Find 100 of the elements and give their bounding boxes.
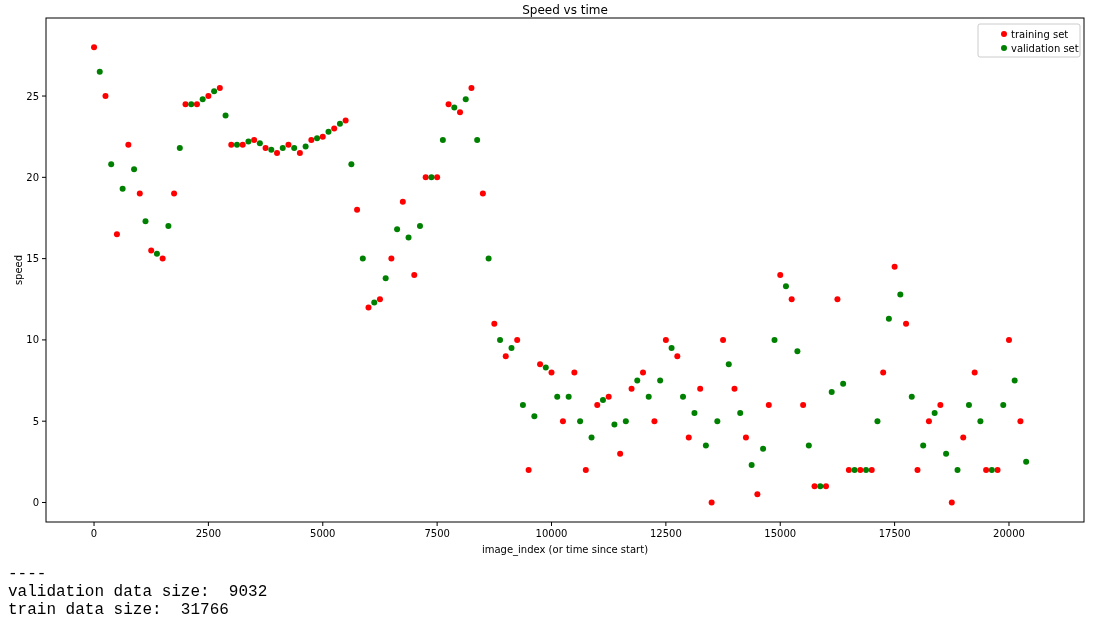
data-point: [965, 401, 972, 408]
data-point: [840, 380, 847, 387]
legend-marker: [1001, 31, 1007, 37]
data-point: [491, 320, 498, 327]
legend-marker: [1001, 45, 1007, 51]
data-point: [834, 296, 841, 303]
y-tick-label: 0: [32, 497, 39, 508]
data-point: [1023, 458, 1030, 465]
data-point: [462, 96, 469, 103]
data-point: [559, 418, 566, 425]
x-tick-label: 5000: [310, 528, 336, 539]
data-point: [91, 44, 98, 51]
data-point: [399, 198, 406, 205]
data-point: [731, 385, 738, 392]
data-point: [685, 434, 692, 441]
data-point: [725, 361, 732, 368]
data-point: [937, 401, 944, 408]
data-point: [771, 336, 778, 343]
data-point: [748, 462, 755, 469]
data-point: [617, 450, 624, 457]
data-point: [920, 442, 927, 449]
data-point: [417, 223, 423, 230]
data-point: [171, 190, 178, 197]
x-tick-label: 20000: [993, 528, 1025, 539]
data-point: [577, 418, 584, 425]
data-point: [165, 223, 172, 230]
data-point: [702, 442, 709, 449]
x-tick-label: 0: [90, 528, 98, 539]
data-point: [394, 226, 401, 233]
data-point: [720, 336, 727, 343]
data-point: [1011, 377, 1018, 384]
data-point: [662, 336, 669, 343]
data-point: [411, 271, 418, 278]
data-point: [908, 393, 915, 400]
data-point: [222, 112, 229, 119]
data-point: [405, 234, 412, 241]
data-point: [582, 466, 589, 473]
data-point: [885, 315, 892, 322]
data-point: [96, 68, 103, 75]
data-point: [948, 499, 955, 506]
data-point: [474, 136, 481, 143]
x-tick-label: 2500: [195, 528, 222, 539]
data-point: [788, 296, 795, 303]
data-point: [914, 466, 921, 473]
x-tick-label: 12500: [649, 528, 682, 539]
data-point: [680, 393, 687, 400]
data-point: [737, 410, 744, 417]
data-point: [108, 161, 115, 168]
data-point: [903, 320, 910, 327]
x-tick-label: 7500: [424, 528, 450, 539]
data-point: [891, 263, 898, 270]
x-tick-label: 10000: [535, 528, 568, 539]
data-point: [119, 185, 126, 192]
data-point: [691, 410, 698, 417]
output-text: ----: [8, 565, 47, 583]
data-point: [897, 291, 904, 298]
data-point: [794, 348, 801, 355]
y-tick-label: 20: [26, 171, 39, 183]
data-point: [977, 418, 984, 425]
data-point: [1005, 336, 1012, 343]
data-point: [388, 255, 395, 262]
data-point: [359, 255, 366, 262]
data-point: [136, 190, 143, 197]
data-point: [800, 401, 807, 408]
output-text: train data size: 31766: [8, 601, 229, 619]
data-point: [765, 401, 772, 408]
data-point: [176, 145, 183, 152]
data-point: [714, 418, 721, 425]
data-point: [439, 136, 446, 143]
data-point: [805, 442, 812, 449]
data-point: [657, 377, 664, 384]
data-point: [754, 491, 761, 498]
data-point: [468, 84, 475, 91]
data-point: [777, 271, 784, 278]
data-point: [497, 336, 504, 343]
data-point: [125, 141, 132, 148]
data-point: [519, 401, 526, 408]
data-point: [828, 388, 835, 395]
legend-label: training set: [1011, 28, 1069, 40]
data-point: [742, 434, 749, 441]
data-point: [565, 393, 572, 400]
x-axis-label: image_index (or time since start): [481, 544, 649, 555]
y-tick-label: 15: [26, 253, 39, 265]
data-point: [525, 466, 532, 473]
data-point: [782, 283, 789, 290]
data-point: [954, 466, 961, 473]
legend-label: validation set: [1011, 42, 1079, 54]
data-point: [479, 190, 486, 197]
data-point: [760, 445, 767, 452]
data-point: [382, 275, 389, 282]
data-point: [113, 231, 120, 238]
data-point: [1000, 401, 1007, 408]
data-point: [514, 336, 521, 343]
data-point: [960, 434, 967, 441]
data-point: [571, 369, 578, 376]
data-point: [142, 218, 149, 225]
x-tick-label: 15000: [764, 528, 797, 539]
data-point: [611, 421, 618, 428]
data-point: [485, 255, 492, 262]
data-point: [943, 450, 950, 457]
